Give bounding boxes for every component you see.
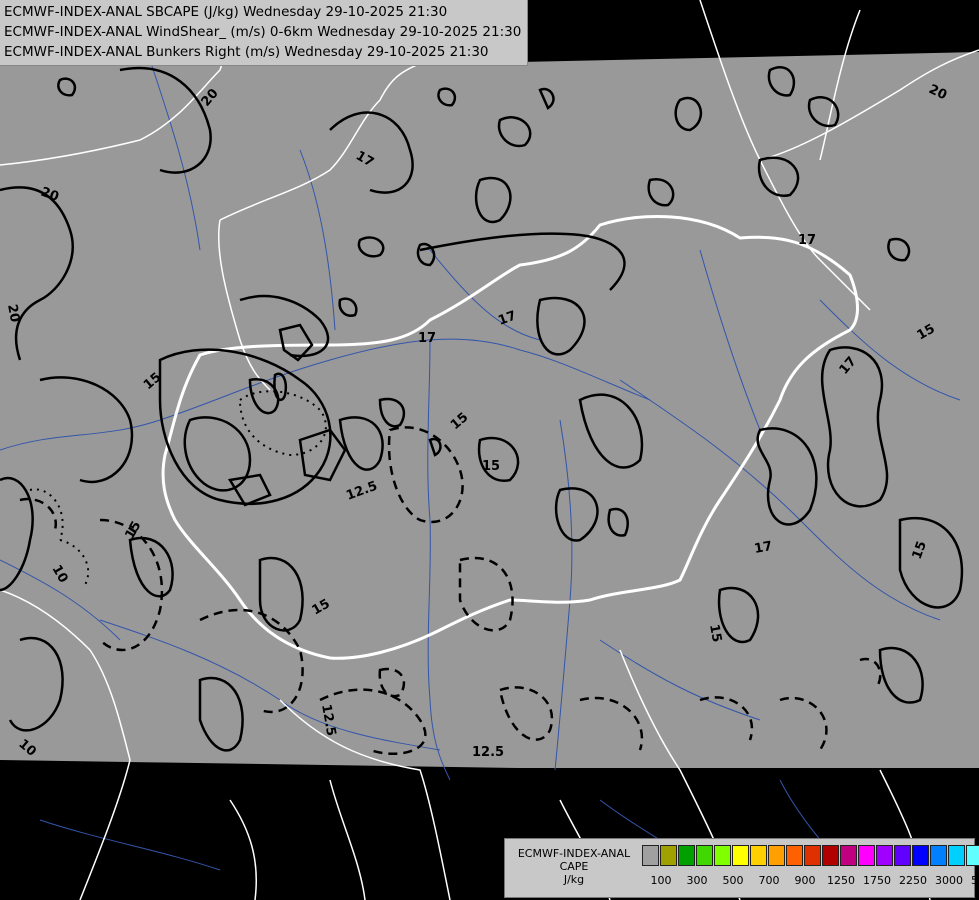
legend-swatches — [642, 845, 979, 866]
map-canvas: 20 20 20 20 17 17 17 17 17 17 15 15 15 1… — [0, 0, 979, 900]
legend-swatch — [750, 845, 767, 866]
header-line-cape: ECMWF-INDEX-ANAL SBCAPE (J/kg) Wednesday… — [4, 4, 448, 20]
header-panel: ECMWF-INDEX-ANAL SBCAPE (J/kg) Wednesday… — [0, 0, 529, 66]
contour-label: 17 — [798, 233, 816, 248]
legend-unit: J/kg — [563, 873, 585, 886]
legend-swatch — [930, 845, 947, 866]
legend-ticks: 100 300 500 700 900 1250 1750 2250 3000 5000 — [642, 874, 979, 889]
legend-tick-label: 3000 — [935, 874, 963, 887]
header-line-windshear: ECMWF-INDEX-ANAL WindShear_ (m/s) 0-6km … — [4, 24, 522, 40]
legend-swatch — [912, 845, 929, 866]
contour-label: 17 — [418, 331, 436, 346]
legend-swatch — [840, 845, 857, 866]
contour-label: 15 — [482, 459, 500, 474]
contour-label: 15 — [706, 623, 724, 643]
legend-swatch — [858, 845, 875, 866]
legend-swatch — [660, 845, 677, 866]
legend-swatch — [732, 845, 749, 866]
legend-source: ECMWF-INDEX-ANAL — [517, 847, 631, 860]
legend-swatch — [786, 845, 803, 866]
cape-legend: ECMWF-INDEX-ANAL CAPE J/kg 100 300 500 700 9… — [504, 838, 979, 898]
legend-swatch — [894, 845, 911, 866]
header-line-bunkers: ECMWF-INDEX-ANAL Bunkers Right (m/s) Wed… — [4, 44, 489, 60]
legend-tick-label: 700 — [758, 874, 780, 887]
legend-variable: CAPE — [559, 860, 589, 873]
legend-tick-label: 900 — [794, 874, 816, 887]
contour-label: 20 — [4, 303, 22, 323]
legend-swatch — [678, 845, 695, 866]
legend-tick-label: 1750 — [863, 874, 891, 887]
contour-label: 17 — [753, 539, 773, 557]
contour-label: 12.5 — [472, 745, 504, 760]
legend-tick-label: 5000 — [971, 874, 979, 887]
map-stage: 20 20 20 20 17 17 17 17 17 17 15 15 15 1… — [0, 0, 979, 900]
legend-tick-label: 2250 — [899, 874, 927, 887]
legend-swatch — [768, 845, 785, 866]
legend-swatch — [696, 845, 713, 866]
data-area — [0, 52, 979, 768]
legend-tick-label: 100 — [650, 874, 672, 887]
legend-tick-label: 300 — [686, 874, 708, 887]
legend-tick-label: 500 — [722, 874, 744, 887]
legend-swatch — [804, 845, 821, 866]
legend-title: ECMWF-INDEX-ANAL CAPE J/kg — [509, 847, 639, 886]
legend-swatch — [876, 845, 893, 866]
legend-swatch — [822, 845, 839, 866]
legend-swatch — [714, 845, 731, 866]
legend-swatch — [966, 845, 979, 866]
legend-swatch — [948, 845, 965, 866]
legend-swatch — [642, 845, 659, 866]
legend-tick-label: 1250 — [827, 874, 855, 887]
